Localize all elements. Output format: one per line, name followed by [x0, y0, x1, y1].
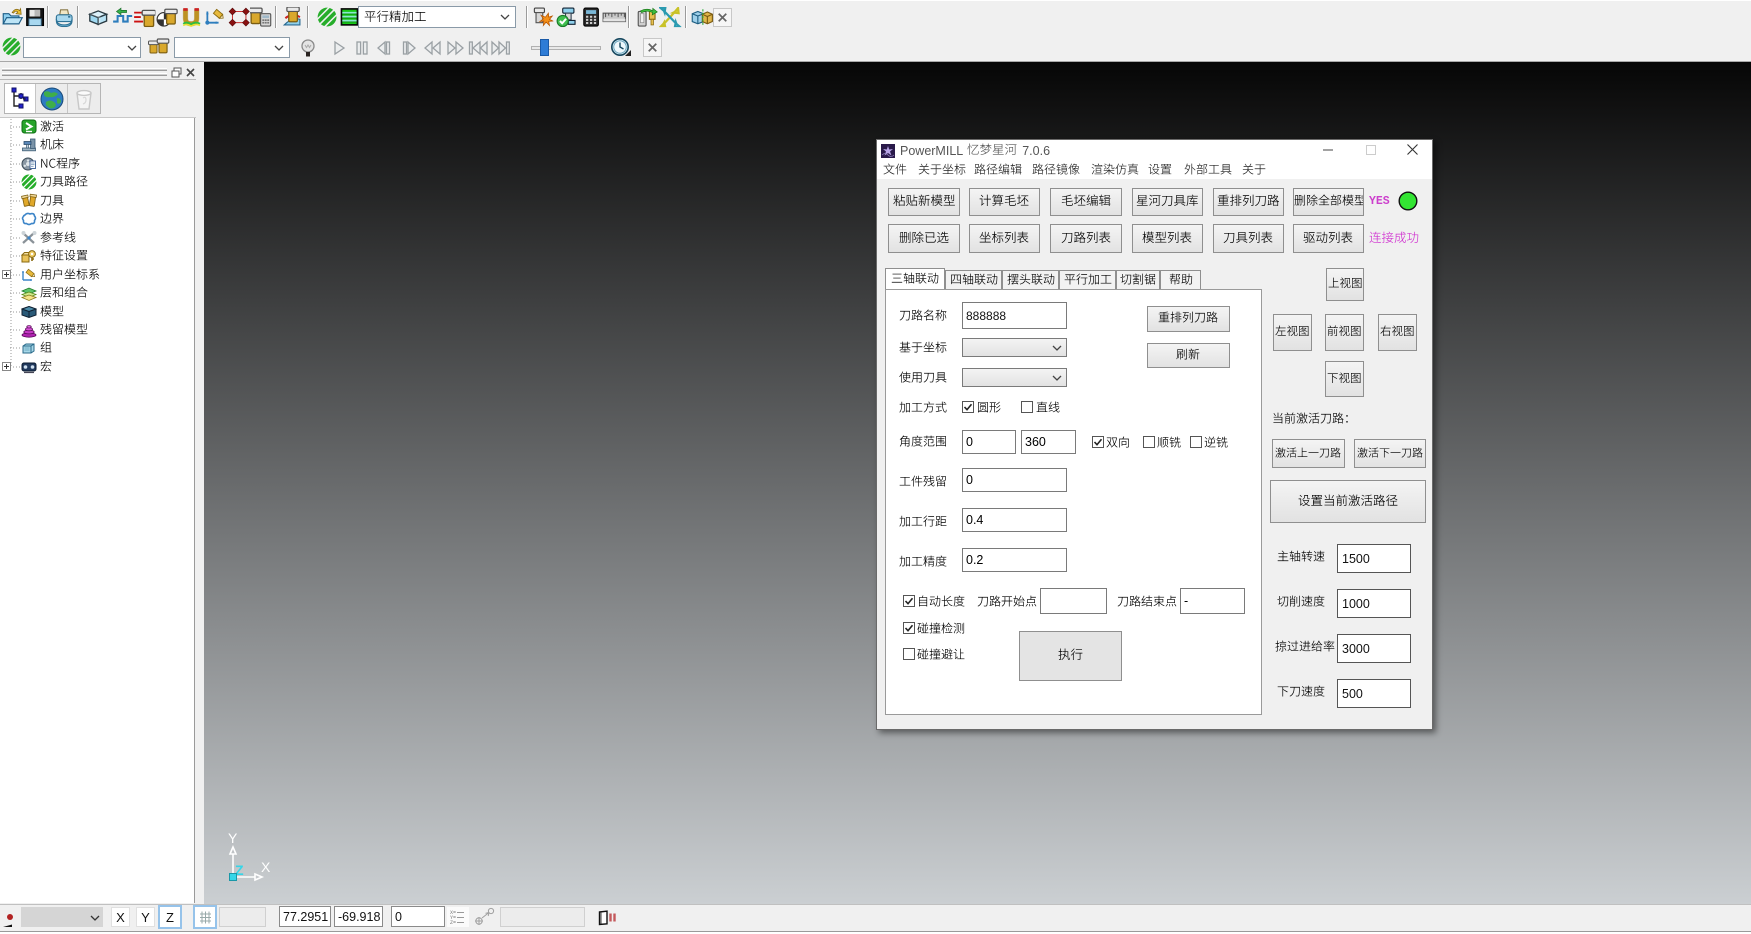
svg-text:Y: Y: [228, 830, 238, 846]
svg-text:X: X: [261, 859, 271, 875]
svg-text:Z=: Z=: [450, 920, 456, 925]
